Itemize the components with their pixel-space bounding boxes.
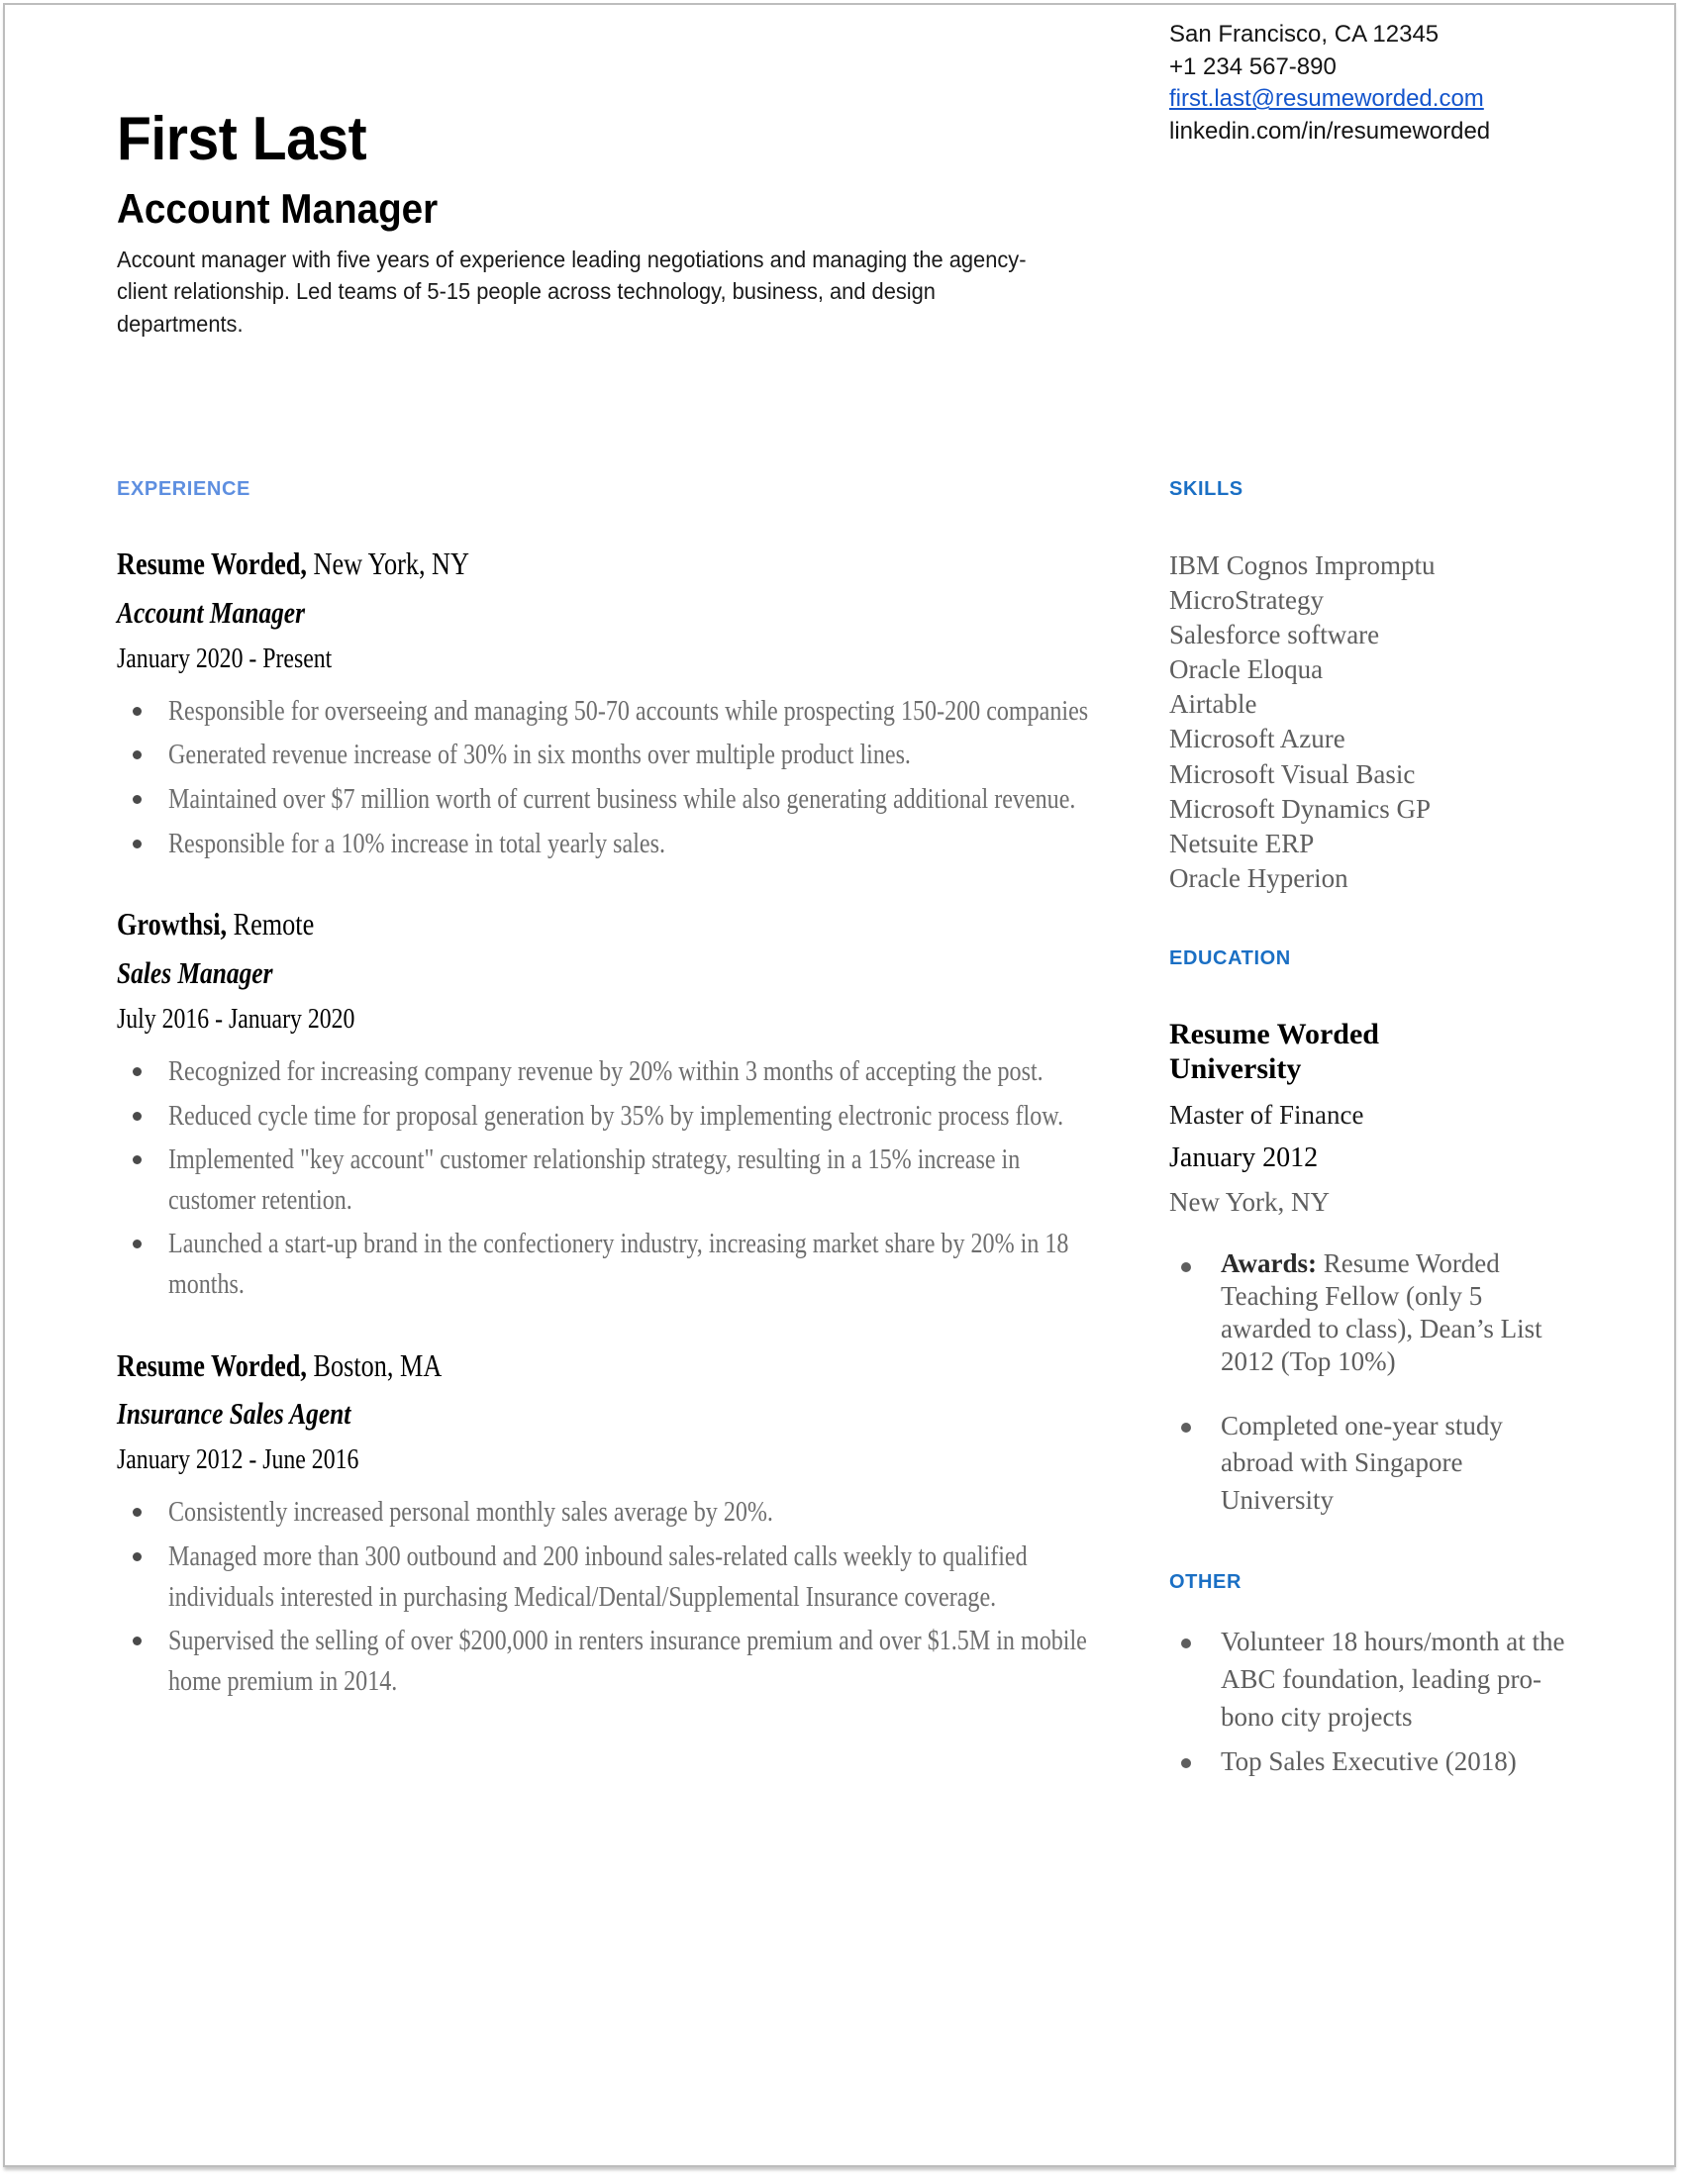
list-item: IBM Cognos Impromptu <box>1169 550 1436 580</box>
contact-linkedin: linkedin.com/in/resumeworded <box>1169 117 1491 145</box>
list-item: Awards: Resume Worded Teaching Fellow (o… <box>1169 1247 1565 1378</box>
main-column: EXPERIENCE Resume Worded, New York, NY A… <box>117 478 1117 1705</box>
list-item: Supervised the selling of over $200,000 … <box>117 1621 1117 1701</box>
bullet-label: Awards: <box>1221 1247 1317 1278</box>
list-item: Completed one-year study abroad with Sin… <box>1169 1408 1565 1520</box>
education-degree: Master of Finance <box>1169 1099 1364 1130</box>
list-item: Volunteer 18 hours/month at the ABC foun… <box>1169 1624 1565 1736</box>
company-line: Growthsi, Remote <box>117 906 937 943</box>
contact-block: San Francisco, CA 12345 +1 234 567-890 f… <box>1169 19 1565 149</box>
headline: Account Manager <box>117 185 439 232</box>
contact-location: San Francisco, CA 12345 <box>1169 21 1440 48</box>
skills-list: IBM Cognos Impromptu MicroStrategy Sales… <box>1169 548 1565 896</box>
company-line: Resume Worded, Boston, MA <box>117 1346 937 1384</box>
company-name: Growthsi, <box>117 906 228 943</box>
job-dates: January 2020 - Present <box>117 642 333 674</box>
job-role: Insurance Sales Agent <box>117 1396 351 1432</box>
list-item: Recognized for increasing company revenu… <box>117 1051 1117 1092</box>
list-item: Microsoft Dynamics GP <box>1169 793 1431 824</box>
contact-phone: +1 234 567-890 <box>1169 52 1337 80</box>
list-item: Microsoft Visual Basic <box>1169 758 1416 789</box>
list-item: Salesforce software <box>1169 620 1380 650</box>
list-item: Top Sales Executive (2018) <box>1169 1743 1565 1781</box>
job-dates: July 2016 - January 2020 <box>117 1003 355 1036</box>
contact-email-link[interactable]: first.last@resumeworded.com <box>1169 85 1484 112</box>
list-item: Generated revenue increase of 30% in six… <box>117 735 1117 775</box>
education-school: Resume Worded University <box>1169 1017 1379 1085</box>
section-header-experience: EXPERIENCE <box>117 478 250 500</box>
company-location: Remote <box>227 906 315 943</box>
list-item: Responsible for overseeing and managing … <box>117 691 1117 732</box>
list-item: Netsuite ERP <box>1169 828 1315 858</box>
list-item: Airtable <box>1169 689 1257 720</box>
job-bullet-list: Responsible for overseeing and managing … <box>117 691 1117 863</box>
education-bullet-list: Awards: Resume Worded Teaching Fellow (o… <box>1169 1247 1565 1520</box>
job-dates: January 2012 - June 2016 <box>117 1443 359 1476</box>
section-header-skills: SKILLS <box>1169 478 1243 500</box>
page-title: First Last <box>117 105 367 173</box>
resume-page: First Last Account Manager Account manag… <box>3 3 1676 2167</box>
list-item: Consistently increased personal monthly … <box>117 1492 1117 1533</box>
list-item: Managed more than 300 outbound and 200 i… <box>117 1537 1117 1617</box>
other-bullet-list: Volunteer 18 hours/month at the ABC foun… <box>1169 1624 1565 1781</box>
company-location: New York, NY <box>306 546 469 581</box>
list-item: Launched a start-up brand in the confect… <box>117 1224 1117 1304</box>
job-role: Sales Manager <box>117 955 273 991</box>
section-header-education: EDUCATION <box>1169 946 1291 969</box>
job-bullet-list: Recognized for increasing company revenu… <box>117 1051 1117 1305</box>
job-bullet-list: Consistently increased personal monthly … <box>117 1492 1117 1701</box>
education-date: January 2012 <box>1169 1142 1319 1173</box>
summary-paragraph: Account manager with five years of exper… <box>117 247 1027 337</box>
company-name: Resume Worded, <box>117 546 307 581</box>
list-item: Implemented "key account" customer relat… <box>117 1140 1117 1220</box>
sidebar-column: SKILLS IBM Cognos Impromptu MicroStrateg… <box>1169 478 1565 1789</box>
company-line: Resume Worded, New York, NY <box>117 546 937 582</box>
experience-entry: Resume Worded, Boston, MA Insurance Sale… <box>117 1346 1117 1702</box>
company-location: Boston, MA <box>306 1346 443 1383</box>
list-item: MicroStrategy <box>1169 585 1324 616</box>
list-item: Oracle Hyperion <box>1169 862 1348 893</box>
list-item: Responsible for a 10% increase in total … <box>117 824 1117 864</box>
list-item: Oracle Eloqua <box>1169 654 1324 685</box>
experience-entry: Growthsi, Remote Sales Manager July 2016… <box>117 906 1117 1305</box>
section-header-other: OTHER <box>1169 1571 1242 1594</box>
experience-entry: Resume Worded, New York, NY Account Mana… <box>117 546 1117 863</box>
list-item: Maintained over $7 million worth of curr… <box>117 779 1117 820</box>
education-location: New York, NY <box>1169 1186 1331 1217</box>
list-item: Microsoft Azure <box>1169 724 1345 754</box>
list-item: Reduced cycle time for proposal generati… <box>117 1096 1117 1137</box>
job-role: Account Manager <box>117 594 305 630</box>
company-name: Resume Worded, <box>117 1346 307 1383</box>
